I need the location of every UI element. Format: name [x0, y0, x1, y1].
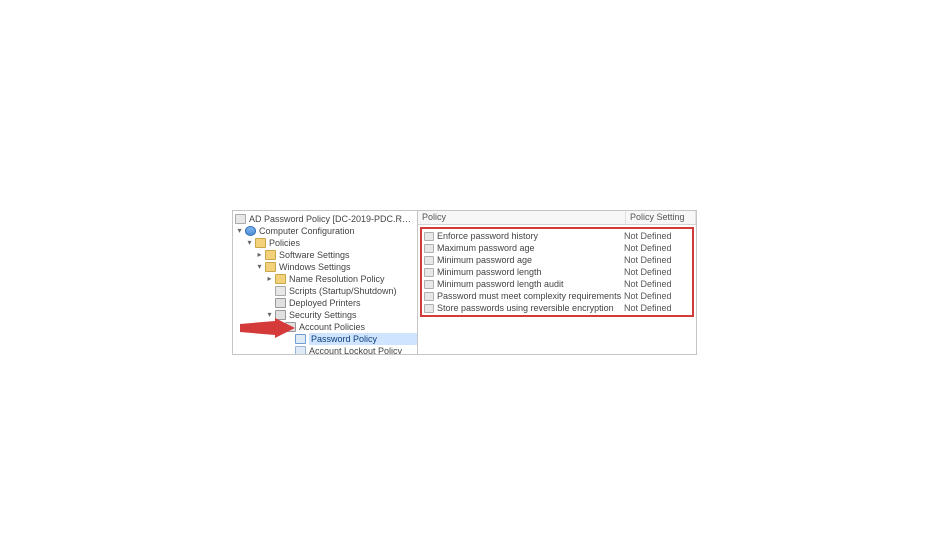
policy-setting: Not Defined — [624, 267, 690, 277]
policy-item-icon — [424, 304, 434, 313]
expand-icon[interactable]: ▾ — [265, 311, 274, 320]
gpo-icon — [235, 214, 246, 224]
policy-item-icon — [424, 280, 434, 289]
security-icon — [275, 310, 286, 320]
policy-name: Minimum password age — [437, 255, 624, 265]
collapse-icon[interactable]: ▸ — [265, 275, 274, 284]
tree-node-label: Deployed Printers — [289, 297, 417, 309]
tree-node-label: Account Policies — [299, 321, 417, 333]
tree-node-name-resolution[interactable]: ▸ Name Resolution Policy — [235, 273, 417, 285]
folder-icon — [265, 250, 276, 260]
policy-list-highlight: Enforce password history Not Defined Max… — [420, 227, 694, 317]
tree-node-label: Account Lockout Policy — [309, 345, 417, 354]
expand-icon[interactable]: ▾ — [235, 227, 244, 236]
computer-icon — [245, 226, 256, 236]
blank-icon — [285, 347, 294, 355]
tree-node-scripts[interactable]: Scripts (Startup/Shutdown) — [235, 285, 417, 297]
tree-node-label: Computer Configuration — [259, 225, 417, 237]
tree-node-password-policy[interactable]: Password Policy — [235, 333, 417, 345]
policy-name: Minimum password length — [437, 267, 624, 277]
policy-item-icon — [424, 292, 434, 301]
policy-row[interactable]: Minimum password age Not Defined — [422, 254, 692, 266]
expand-icon[interactable]: ▾ — [275, 323, 284, 332]
column-headers: Policy Policy Setting — [418, 211, 696, 225]
expand-icon[interactable]: ▾ — [245, 239, 254, 248]
policy-row[interactable]: Minimum password length audit Not Define… — [422, 278, 692, 290]
tree-node-account-lockout-policy[interactable]: Account Lockout Policy — [235, 345, 417, 354]
account-policies-icon — [285, 322, 296, 332]
policy-name: Password must meet complexity requiremen… — [437, 291, 624, 301]
tree-node-security-settings[interactable]: ▾ Security Settings — [235, 309, 417, 321]
policy-row[interactable]: Enforce password history Not Defined — [422, 230, 692, 242]
printers-icon — [275, 298, 286, 308]
blank-icon — [285, 335, 294, 344]
scripts-icon — [275, 286, 286, 296]
column-header-setting[interactable]: Policy Setting — [626, 211, 696, 224]
blank-icon — [265, 299, 274, 308]
tree-node-label: AD Password Policy [DC-2019-PDC.ROCKDALE… — [249, 213, 417, 225]
tree-node-windows-settings[interactable]: ▾ Windows Settings — [235, 261, 417, 273]
policy-setting: Not Defined — [624, 279, 690, 289]
policy-item-icon — [424, 232, 434, 241]
folder-icon — [275, 274, 286, 284]
policy-setting: Not Defined — [624, 243, 690, 253]
folder-icon — [265, 262, 276, 272]
tree-node-label: Password Policy — [309, 333, 417, 345]
policy-row[interactable]: Password must meet complexity requiremen… — [422, 290, 692, 302]
policy-item-icon — [424, 244, 434, 253]
policy-setting: Not Defined — [624, 291, 690, 301]
policy-item-icon — [424, 268, 434, 277]
policy-row[interactable]: Maximum password age Not Defined — [422, 242, 692, 254]
policy-setting: Not Defined — [624, 231, 690, 241]
policy-setting: Not Defined — [624, 255, 690, 265]
expand-icon[interactable]: ▾ — [255, 263, 264, 272]
tree-node-label: Security Settings — [289, 309, 417, 321]
policy-name: Minimum password length audit — [437, 279, 624, 289]
policy-icon — [295, 346, 306, 354]
policy-name: Enforce password history — [437, 231, 624, 241]
tree-node-software-settings[interactable]: ▸ Software Settings — [235, 249, 417, 261]
tree-node-deployed-printers[interactable]: Deployed Printers — [235, 297, 417, 309]
tree-node-label: Policies — [269, 237, 417, 249]
folder-icon — [255, 238, 266, 248]
tree-node-label: Scripts (Startup/Shutdown) — [289, 285, 417, 297]
tree-node-account-policies[interactable]: ▾ Account Policies — [235, 321, 417, 333]
policy-row[interactable]: Minimum password length Not Defined — [422, 266, 692, 278]
policy-item-icon — [424, 256, 434, 265]
blank-icon — [265, 287, 274, 296]
policy-name: Maximum password age — [437, 243, 624, 253]
tree-node-label: Windows Settings — [279, 261, 417, 273]
tree-node-label: Name Resolution Policy — [289, 273, 417, 285]
policy-icon — [295, 334, 306, 344]
policy-setting: Not Defined — [624, 303, 690, 313]
gpo-editor-window: AD Password Policy [DC-2019-PDC.ROCKDALE… — [232, 210, 697, 355]
column-header-policy[interactable]: Policy — [418, 211, 626, 224]
navigation-tree[interactable]: AD Password Policy [DC-2019-PDC.ROCKDALE… — [233, 211, 418, 354]
policy-row[interactable]: Store passwords using reversible encrypt… — [422, 302, 692, 314]
tree-node-root[interactable]: AD Password Policy [DC-2019-PDC.ROCKDALE… — [235, 213, 417, 225]
policy-name: Store passwords using reversible encrypt… — [437, 303, 624, 313]
tree-node-policies[interactable]: ▾ Policies — [235, 237, 417, 249]
tree-node-label: Software Settings — [279, 249, 417, 261]
collapse-icon[interactable]: ▸ — [255, 251, 264, 260]
tree-node-computer-configuration[interactable]: ▾ Computer Configuration — [235, 225, 417, 237]
policy-details-pane: Policy Policy Setting Enforce password h… — [418, 211, 696, 354]
